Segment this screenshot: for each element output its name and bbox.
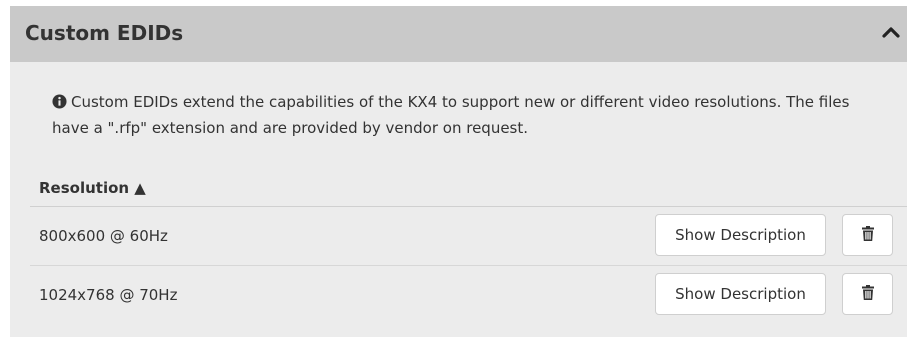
delete-button[interactable]	[842, 214, 893, 256]
edid-table: 800x600 @ 60Hz Show Description 1024x768…	[30, 206, 907, 324]
show-description-button[interactable]: Show Description	[655, 214, 826, 256]
resolution-cell: 1024x768 @ 70Hz	[39, 286, 178, 304]
delete-button[interactable]	[842, 273, 893, 315]
table-row: 1024x768 @ 70Hz Show Description	[30, 265, 907, 324]
resolution-cell: 800x600 @ 60Hz	[39, 227, 168, 245]
custom-edids-panel: Custom EDIDs Custom EDIDs extend the cap…	[10, 6, 907, 337]
chevron-up-icon[interactable]	[879, 21, 903, 45]
resolution-column-header[interactable]: Resolution ▲	[39, 178, 146, 198]
panel-title: Custom EDIDs	[25, 21, 184, 45]
panel-header[interactable]: Custom EDIDs	[10, 6, 907, 62]
show-description-button[interactable]: Show Description	[655, 273, 826, 315]
trash-icon	[861, 284, 875, 304]
info-message: Custom EDIDs extend the capabilities of …	[52, 89, 872, 141]
trash-icon	[861, 225, 875, 245]
table-row: 800x600 @ 60Hz Show Description	[30, 206, 907, 265]
info-circle-icon	[52, 91, 67, 109]
info-text: Custom EDIDs extend the capabilities of …	[52, 93, 850, 137]
